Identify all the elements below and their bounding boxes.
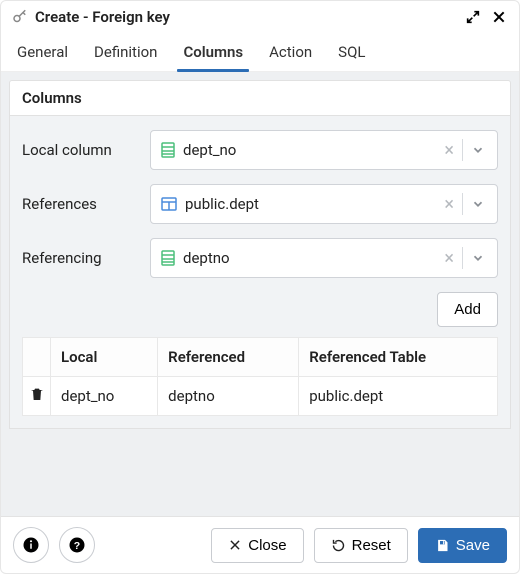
create-foreign-key-dialog: Create - Foreign key General Definition … [0, 0, 520, 574]
close-icon-button[interactable] [489, 7, 509, 27]
table-header-ref-table: Referenced Table [299, 338, 498, 377]
references-value: public.dept [185, 195, 440, 213]
save-button[interactable]: Save [418, 528, 507, 563]
dialog-body: Columns Local column dept_no × [1, 72, 519, 516]
cell-referenced: deptno [158, 377, 299, 416]
divider [462, 139, 463, 161]
column-icon [161, 250, 175, 266]
clear-local-column[interactable]: × [440, 140, 458, 161]
chevron-down-icon[interactable] [467, 143, 489, 157]
referencing-label: Referencing [22, 249, 150, 267]
save-button-label: Save [456, 537, 490, 554]
referencing-select[interactable]: deptno × [150, 238, 498, 278]
reset-button-label: Reset [352, 537, 391, 554]
delete-row-button[interactable] [29, 386, 45, 402]
save-icon [435, 538, 450, 553]
tab-general[interactable]: General [15, 35, 70, 71]
close-button-label: Close [248, 537, 286, 554]
tab-columns[interactable]: Columns [181, 35, 245, 71]
expand-button[interactable] [463, 7, 483, 27]
columns-panel-title: Columns [9, 80, 511, 116]
dialog-title: Create - Foreign key [35, 8, 457, 26]
close-icon [228, 538, 242, 552]
foreign-key-icon [11, 8, 29, 26]
table-header-delete [23, 338, 51, 377]
column-icon [161, 142, 175, 158]
tab-bar: General Definition Columns Action SQL [1, 31, 519, 72]
referencing-row: Referencing deptno × [22, 238, 498, 278]
reset-button[interactable]: Reset [314, 528, 408, 563]
info-button[interactable] [13, 527, 49, 563]
referencing-value: deptno [183, 249, 440, 267]
cell-ref-table: public.dept [299, 377, 498, 416]
references-row: References public.dept × [22, 184, 498, 224]
table-icon [161, 197, 177, 211]
chevron-down-icon[interactable] [467, 251, 489, 265]
columns-panel-body: Local column dept_no × [9, 116, 511, 429]
clear-referencing[interactable]: × [440, 248, 458, 269]
table-header-referenced: Referenced [158, 338, 299, 377]
local-column-row: Local column dept_no × [22, 130, 498, 170]
help-button[interactable]: ? [59, 527, 95, 563]
table-row: dept_no deptno public.dept [23, 377, 498, 416]
cell-local: dept_no [51, 377, 158, 416]
divider [462, 247, 463, 269]
references-label: References [22, 195, 150, 213]
local-column-select[interactable]: dept_no × [150, 130, 498, 170]
svg-text:?: ? [74, 540, 80, 552]
titlebar: Create - Foreign key [1, 1, 519, 31]
columns-table: Local Referenced Referenced Table [22, 337, 498, 416]
tab-sql[interactable]: SQL [336, 35, 367, 71]
references-select[interactable]: public.dept × [150, 184, 498, 224]
chevron-down-icon[interactable] [467, 197, 489, 211]
close-button[interactable]: Close [211, 528, 303, 563]
table-header-row: Local Referenced Referenced Table [23, 338, 498, 377]
add-row: Add [22, 292, 498, 327]
tab-definition[interactable]: Definition [92, 35, 159, 71]
local-column-label: Local column [22, 141, 150, 159]
reset-icon [331, 538, 346, 553]
table-header-local: Local [51, 338, 158, 377]
divider [462, 193, 463, 215]
clear-references[interactable]: × [440, 194, 458, 215]
dialog-footer: ? Close Reset Save [1, 516, 519, 573]
local-column-value: dept_no [183, 141, 440, 159]
tab-action[interactable]: Action [267, 35, 314, 71]
add-button[interactable]: Add [437, 292, 498, 327]
